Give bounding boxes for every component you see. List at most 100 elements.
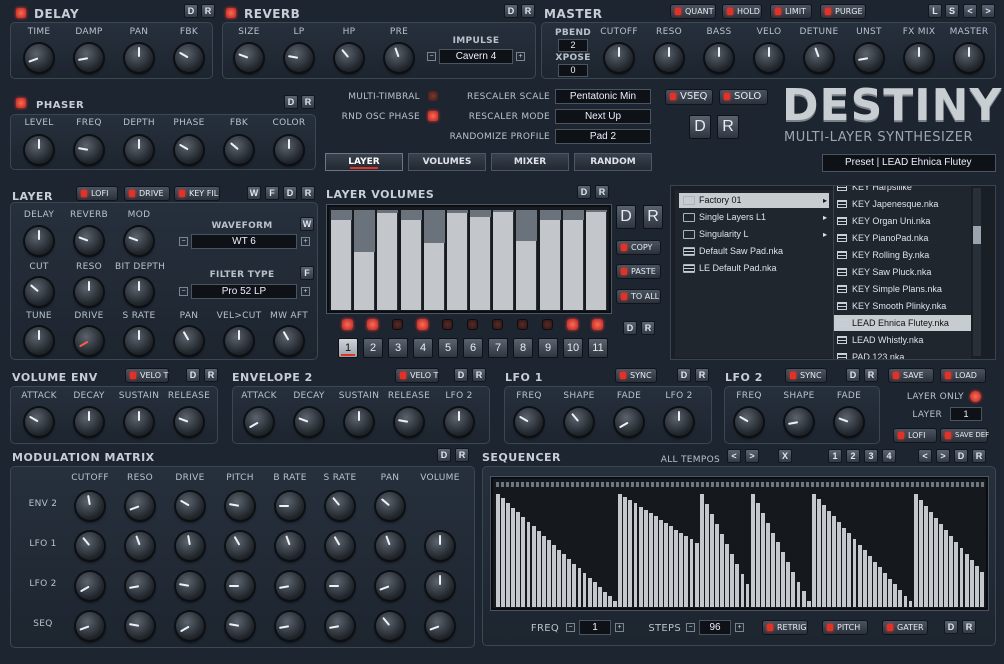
reverb-size-knob[interactable]	[235, 44, 263, 72]
phaser-enable-led[interactable]	[16, 98, 26, 108]
sequencer-step-bar[interactable]	[918, 499, 923, 607]
side-lofi-button[interactable]: LOFI	[893, 428, 937, 443]
layer-reso-knob[interactable]	[75, 278, 103, 306]
preset-item[interactable]: LEAD Ehnica Flutey.nka	[834, 315, 971, 331]
mod-seq-pan-knob[interactable]	[376, 612, 404, 640]
mod-seq-volume-knob[interactable]	[426, 612, 454, 640]
layer-volume-bar[interactable]	[377, 213, 399, 310]
sequencer-step-bar[interactable]	[750, 493, 755, 607]
envelope2-velo-button[interactable]: VELO T	[395, 368, 439, 383]
waveform-edit-button[interactable]: W	[300, 217, 314, 231]
vol-env-release-knob[interactable]	[175, 408, 203, 436]
rescaler-scale-select[interactable]: Pentatonic Min	[555, 89, 651, 104]
layer-delay-knob[interactable]	[25, 227, 53, 255]
preset-item[interactable]: KEY Harpsilike	[834, 186, 971, 195]
master-unst-knob[interactable]	[855, 44, 883, 72]
seq-page-4[interactable]: 4	[882, 449, 896, 463]
volume-env-default-button[interactable]: D	[186, 368, 200, 382]
sequencer-step-bar[interactable]	[740, 573, 745, 607]
mod-env2-s-rate-knob[interactable]	[326, 492, 354, 520]
phaser-freq-knob[interactable]	[75, 136, 103, 164]
layer-random-button[interactable]: R	[301, 186, 315, 200]
layer-2-enable-led[interactable]	[367, 319, 378, 330]
layer-volume-bar[interactable]	[446, 213, 468, 310]
sequencer-step-bar[interactable]	[496, 493, 500, 607]
lfo1-fade-knob[interactable]	[615, 408, 643, 436]
reverb-default-button[interactable]: D	[504, 4, 518, 18]
sequencer-step-bar[interactable]	[679, 532, 684, 607]
sequencer-step-bar[interactable]	[546, 540, 551, 607]
solo-button[interactable]: SOLO	[719, 89, 768, 105]
lfo1-shape-knob[interactable]	[565, 408, 593, 436]
sequencer-step-bar[interactable]	[567, 559, 572, 607]
layer-waveform-button[interactable]: W	[247, 186, 261, 200]
layer-9-button[interactable]: 9	[538, 338, 558, 358]
sequencer-step-bar[interactable]	[811, 493, 816, 607]
env2-release-knob[interactable]	[395, 408, 423, 436]
sequencer-step-bar[interactable]	[760, 513, 765, 607]
lfo1-sync-button[interactable]: SYNC	[615, 368, 657, 383]
envelope2-default-button[interactable]: D	[454, 368, 468, 382]
layer-lofi-button[interactable]: LOFI	[76, 186, 118, 201]
mod-lfo1-b-rate-knob[interactable]	[276, 532, 304, 560]
save-def-button[interactable]: SAVE DEF	[940, 428, 989, 443]
mod-env2-cutoff-knob[interactable]	[76, 492, 104, 520]
sequencer-step-bar[interactable]	[903, 595, 908, 607]
mod-lfo2-b-rate-knob[interactable]	[276, 572, 304, 600]
preset-list[interactable]: KEY Harpsilike KEY Japenesque.nka KEY Orga…	[833, 186, 971, 359]
volumes-default-button[interactable]: D	[577, 185, 591, 199]
layer-volume-bar[interactable]	[354, 252, 376, 310]
vseq-button[interactable]: VSEQ	[665, 89, 713, 105]
mod-env2-pitch-knob[interactable]	[226, 492, 254, 520]
mod-lfo1-drive-knob[interactable]	[176, 532, 204, 560]
paste-button[interactable]: PASTE	[616, 264, 661, 279]
layer-tune-knob[interactable]	[25, 327, 53, 355]
sequencer-step-bar[interactable]	[816, 499, 821, 607]
sequencer-step-bar[interactable]	[908, 601, 913, 607]
layer-volume-bar[interactable]	[585, 212, 607, 310]
limit-button[interactable]: LIMIT	[770, 4, 812, 19]
layer-s-rate-knob[interactable]	[125, 327, 153, 355]
tempo-next-button[interactable]: >	[745, 449, 759, 463]
mod-lfo2-s-rate-knob[interactable]	[326, 572, 354, 600]
volume-env-random-button[interactable]: R	[204, 368, 218, 382]
env2-attack-knob[interactable]	[245, 408, 273, 436]
sequencer-step-bar[interactable]	[735, 563, 740, 607]
sequencer-step-bar[interactable]	[602, 591, 607, 607]
layers-default-button[interactable]: D	[623, 321, 637, 335]
sequencer-step-bar[interactable]	[755, 503, 760, 607]
preset-scrollbar-thumb[interactable]	[973, 226, 981, 244]
seq-freq-field[interactable]: 1	[579, 620, 611, 635]
master-prev-button[interactable]: <	[963, 4, 977, 18]
sequencer-step-bar[interactable]	[577, 568, 582, 607]
sequencer-step-bar[interactable]	[694, 542, 699, 607]
mod-seq-pitch-knob[interactable]	[226, 612, 254, 640]
master-master-knob[interactable]	[955, 44, 983, 72]
layer-5-button[interactable]: 5	[438, 338, 458, 358]
sequencer-step-bar[interactable]	[715, 523, 719, 607]
filter-next-button[interactable]: +	[301, 287, 310, 296]
seq-steps-decrement[interactable]: −	[686, 623, 695, 632]
tab-volumes[interactable]: VOLUMES	[408, 153, 486, 171]
layer-volume-bar[interactable]	[516, 241, 538, 310]
mod-lfo2-volume-knob[interactable]	[426, 572, 454, 600]
layer-drive-knob[interactable]	[75, 327, 103, 355]
layer-2-button[interactable]: 2	[363, 338, 383, 358]
layer-volume-bar[interactable]	[470, 217, 492, 310]
sequencer-step-bar[interactable]	[638, 506, 643, 607]
sequencer-step-bar[interactable]	[562, 554, 567, 607]
sequencer-step-bar[interactable]	[771, 532, 775, 607]
preset-scrollbar[interactable]	[973, 188, 981, 356]
mod-lfo2-cutoff-knob[interactable]	[76, 572, 104, 600]
lfo1-random-button[interactable]: R	[695, 368, 709, 382]
layer-10-enable-led[interactable]	[567, 319, 578, 330]
vol-env-decay-knob[interactable]	[75, 408, 103, 436]
seq-freq-decrement[interactable]: −	[566, 623, 575, 632]
randomize-profile-select[interactable]: Pad 2	[555, 129, 651, 144]
sequencer-step-bar[interactable]	[597, 587, 602, 607]
impulse-prev-button[interactable]: −	[427, 52, 436, 61]
layer-volume-bar[interactable]	[539, 220, 561, 310]
reverb-enable-led[interactable]	[226, 8, 236, 18]
filter-prev-button[interactable]: −	[179, 287, 188, 296]
mod-env2-pan-knob[interactable]	[376, 492, 404, 520]
